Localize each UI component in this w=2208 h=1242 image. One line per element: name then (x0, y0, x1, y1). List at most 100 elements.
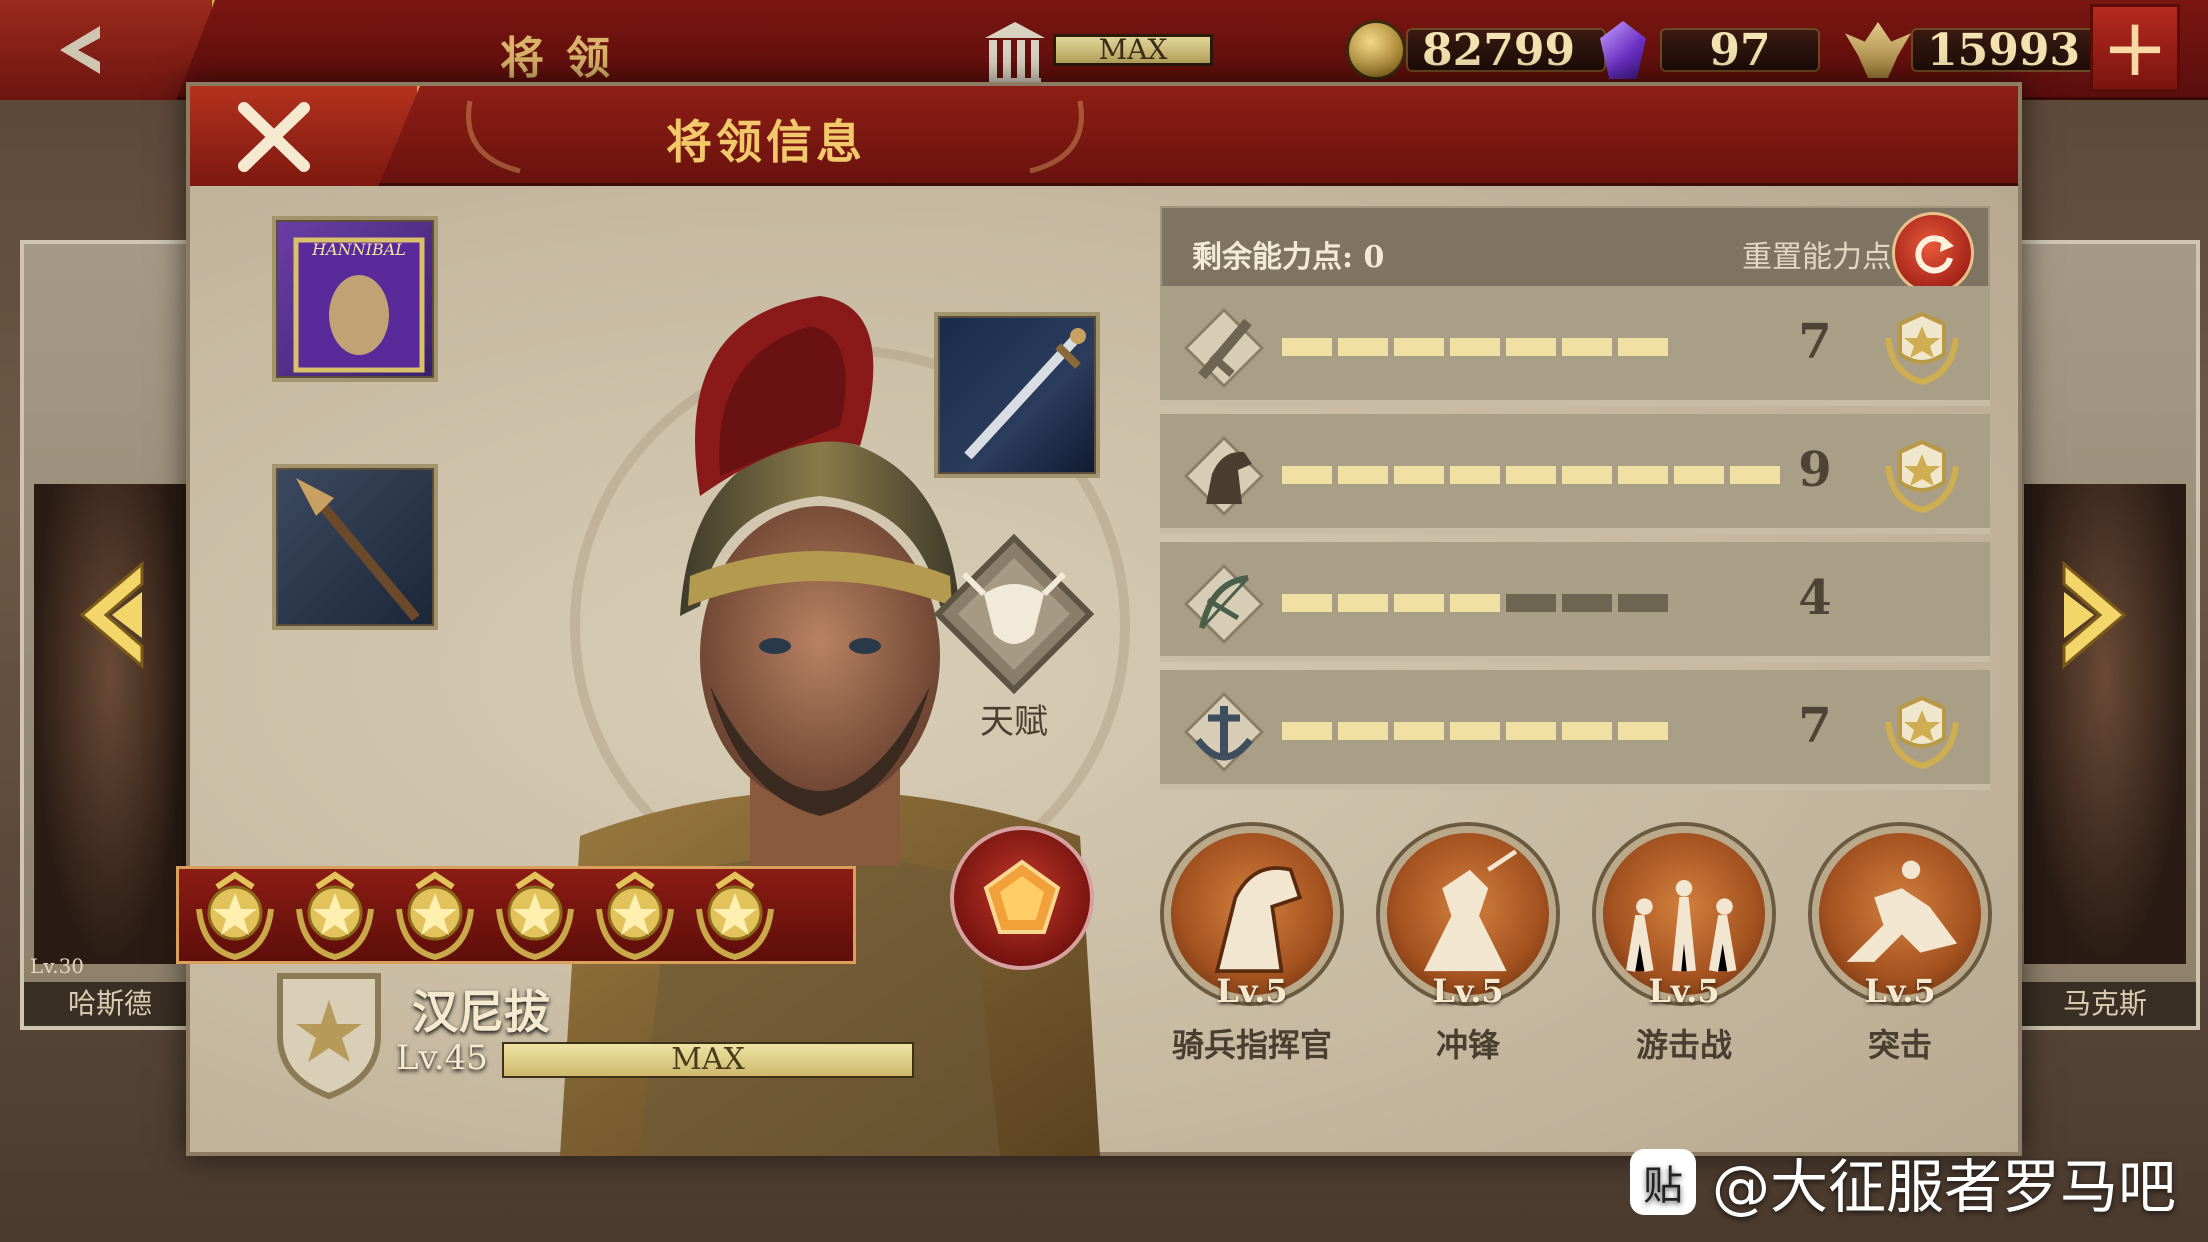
reset-points-button[interactable] (1892, 212, 1974, 294)
gem-icon (1600, 21, 1646, 79)
stat-segment (1730, 466, 1780, 484)
stat-row: 7 (1160, 670, 1990, 790)
sword-icon (964, 328, 1086, 460)
stat-row: 4 (1160, 542, 1990, 662)
stat-segment (1338, 722, 1388, 740)
banner-text: HANNIBAL (312, 240, 406, 259)
star-medal-icon (396, 871, 474, 961)
honor-value: 15993 (1911, 25, 2101, 76)
refresh-icon (1915, 235, 1954, 274)
skill-level: Lv.5 (1432, 972, 1504, 1010)
laurel-star-medal-icon (1885, 439, 1959, 514)
coins-value: 82799 (1406, 25, 1606, 76)
general-portrait (2024, 484, 2186, 964)
skill-slot[interactable]: Lv.5 游击战 (1594, 826, 1774, 1076)
skill-level: Lv.5 (1216, 972, 1288, 1010)
rank-shield-icon (277, 973, 381, 1100)
stat-segment (1338, 466, 1388, 484)
stat-segment (1450, 594, 1500, 612)
skill-name: 冲锋 (1435, 1026, 1500, 1064)
stat-segment (1618, 722, 1668, 740)
weapon-sword-slot[interactable] (934, 312, 1100, 478)
dialog-header: 将领信息 (190, 86, 2018, 186)
gems-resource[interactable]: 97 (1600, 20, 1820, 80)
honor-resource[interactable]: 15993 (1845, 20, 2101, 80)
dialog-title: 将领信息 (666, 115, 866, 169)
stat-segment (1506, 594, 1556, 612)
add-resource-button[interactable]: + (2090, 4, 2180, 92)
side-general-name: 马克斯 (2014, 982, 2196, 1026)
stat-segment (1282, 466, 1332, 484)
close-icon (238, 102, 310, 172)
screen-title: 将领 (500, 33, 632, 84)
side-general-name: 哈斯德 (24, 982, 196, 1026)
coin-icon (1346, 20, 1406, 80)
stat-segment (1562, 338, 1612, 356)
laurel-star-medal-icon (1885, 695, 1959, 770)
temple-icon (985, 22, 1045, 84)
laurel-star-medal-icon (1885, 311, 1959, 386)
remaining-points-label: 剩余能力点: 0 (1192, 240, 1385, 275)
spqr-eagle-icon (1845, 22, 1911, 78)
skill-name: 突击 (1867, 1026, 1932, 1064)
previous-general-arrow-icon[interactable] (72, 560, 152, 670)
gems-value: 97 (1660, 25, 1820, 76)
skill-name: 骑兵指挥官 (1171, 1026, 1332, 1064)
general-name: 汉尼拔 (412, 985, 550, 1039)
stat-value: 7 (1798, 314, 1832, 370)
star-medal-icon (496, 871, 574, 961)
reset-points-label: 重置能力点 (1742, 240, 1892, 275)
general-level: Lv.45 (396, 1038, 488, 1078)
close-button[interactable] (190, 86, 420, 186)
weapon-spear-slot[interactable] (272, 464, 438, 630)
stat-segment (1506, 466, 1556, 484)
talent-button[interactable]: 天赋 (933, 533, 1095, 742)
stat-segment (1618, 338, 1668, 356)
stat-value: 4 (1798, 570, 1832, 626)
stat-segment (1450, 338, 1500, 356)
experience-bar: MAX (502, 1042, 914, 1078)
general-info-dialog: 将领信息 HANNIBAL 天赋 汉尼拔 Lv.45 MAX 剩余能力点: 0 … (176, 82, 2022, 1156)
stat-progress-bar (1282, 338, 1668, 356)
stat-value: 7 (1798, 698, 1832, 754)
skill-slot[interactable]: Lv.5 突击 (1810, 826, 1990, 1076)
laurel-icon (466, 100, 521, 174)
stat-segment (1282, 338, 1332, 356)
city-max-bar: MAX (1053, 34, 1213, 66)
stat-segment (1394, 722, 1444, 740)
general-portrait (34, 484, 186, 964)
star-medal-icon (296, 871, 374, 961)
talent-label: 天赋 (980, 702, 1048, 742)
banner-equipment-slot[interactable]: HANNIBAL (272, 216, 438, 382)
watermark-text: @大征服者罗马吧 (1712, 1153, 2177, 1221)
stat-progress-bar (1282, 466, 1780, 484)
stat-segment (1394, 338, 1444, 356)
stat-segment (1562, 722, 1612, 740)
star-medal-icon (196, 871, 274, 961)
watermark: 贴 @大征服者罗马吧 (1630, 1140, 2176, 1224)
skill-level: Lv.5 (1648, 972, 1720, 1010)
skill-level: Lv.5 (1864, 972, 1936, 1010)
ability-points-header: 剩余能力点: 0 重置能力点 (1160, 206, 1990, 296)
skill-slot[interactable]: Lv.5 冲锋 (1378, 826, 1558, 1076)
side-general-level: Lv.30 (30, 954, 85, 978)
stat-progress-bar (1282, 722, 1668, 740)
chevron-left-icon (60, 26, 100, 74)
navy-anchor-icon (1183, 691, 1265, 773)
stat-segment (1618, 466, 1668, 484)
gem-socket-button[interactable] (950, 826, 1094, 970)
star-rank-bar (176, 866, 856, 964)
back-button[interactable] (0, 0, 215, 100)
coins-resource[interactable]: 82799 (1346, 20, 1606, 80)
stat-segment (1506, 722, 1556, 740)
stat-segment (1394, 466, 1444, 484)
stat-segment (1282, 594, 1332, 612)
next-general-arrow-icon[interactable] (2054, 560, 2134, 670)
stat-segment (1450, 722, 1500, 740)
star-medal-icon (596, 871, 674, 961)
skill-slot[interactable]: Lv.5 骑兵指挥官 (1162, 826, 1342, 1076)
stat-segment (1282, 722, 1332, 740)
star-medal-icon (696, 871, 774, 961)
stat-value: 9 (1798, 442, 1832, 498)
pentagon-gem-icon (983, 859, 1061, 934)
